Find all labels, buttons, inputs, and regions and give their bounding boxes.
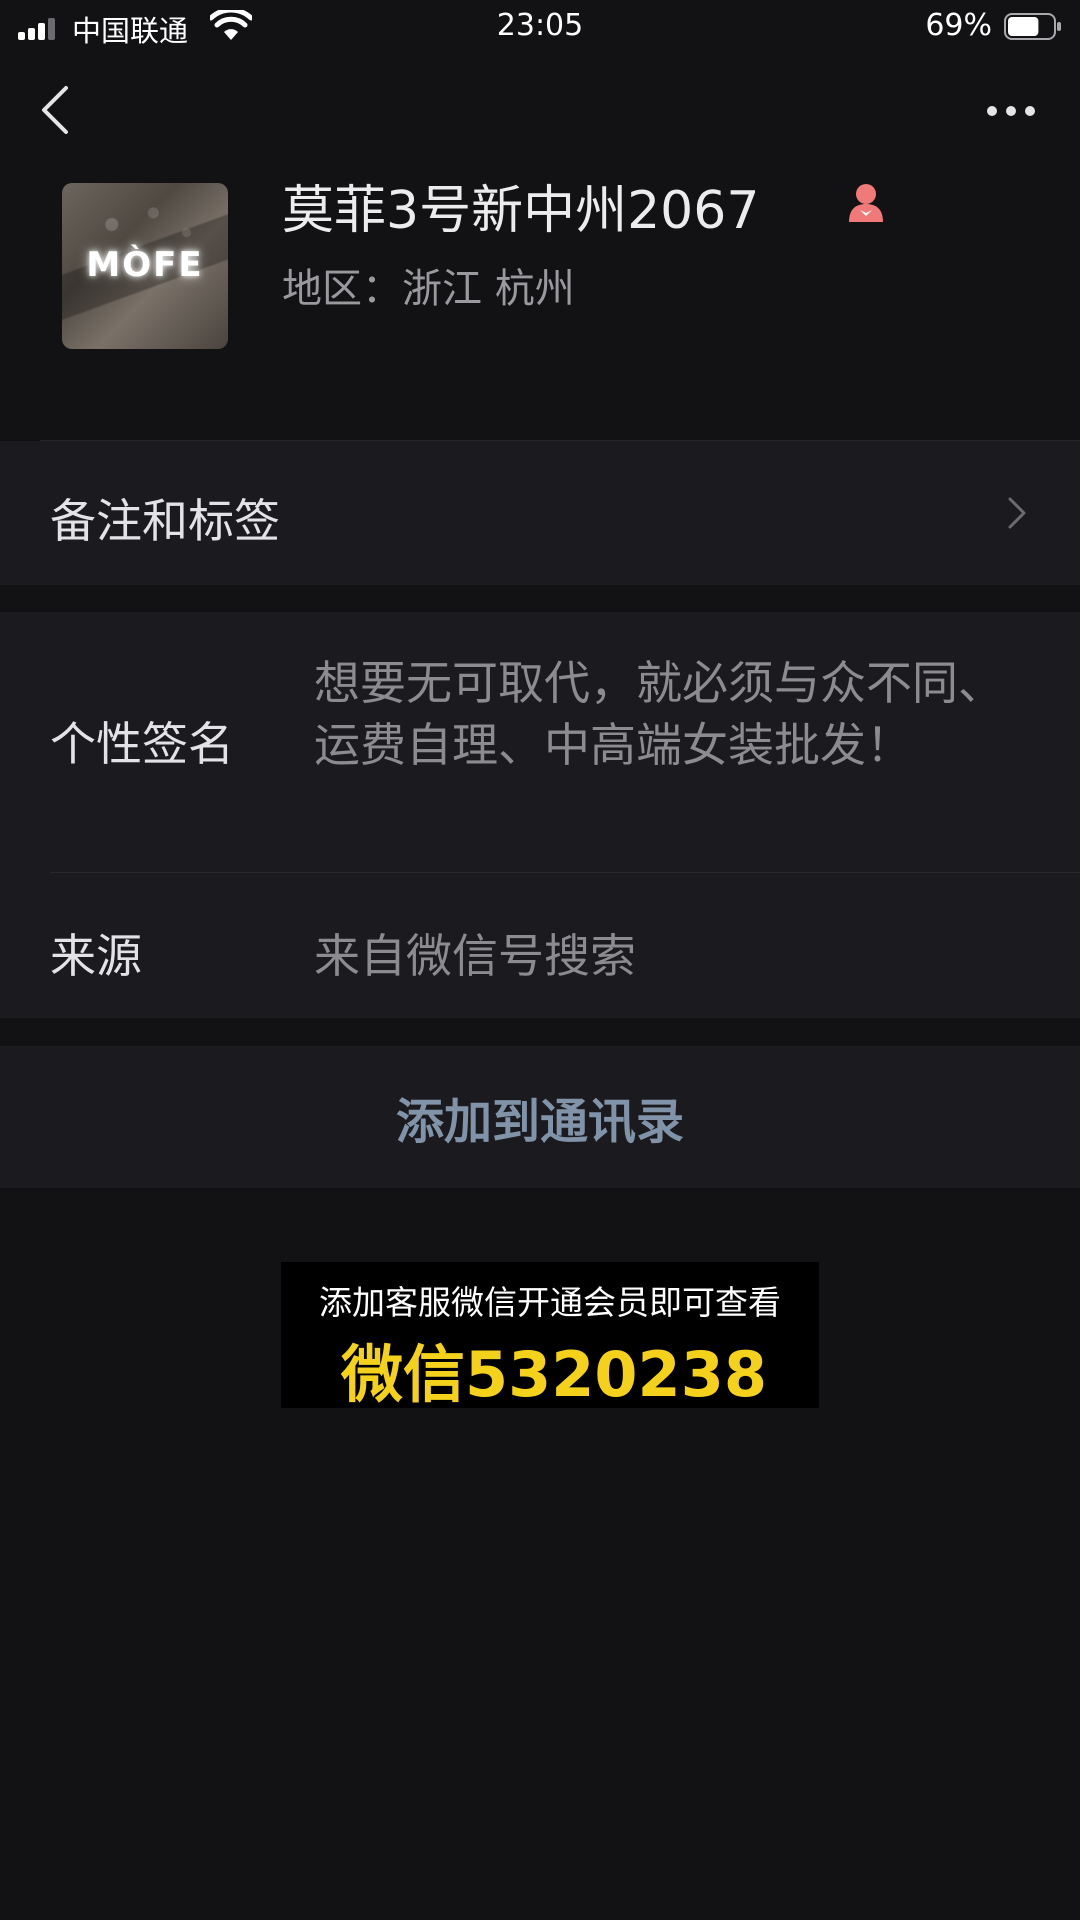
- source-label: 来源: [50, 929, 142, 983]
- signature-label: 个性签名: [50, 717, 234, 771]
- region-text: 地区：浙江 杭州: [282, 266, 575, 312]
- clock: 23:05: [496, 8, 584, 43]
- more-options-button[interactable]: [986, 96, 1036, 126]
- remarks-and-tags-row[interactable]: 备注和标签: [0, 441, 1080, 585]
- back-button[interactable]: [36, 84, 76, 136]
- remarks-label: 备注和标签: [50, 494, 280, 548]
- battery-icon: [1004, 13, 1061, 40]
- signature-value: 想要无可取代，就必须与众不同、运费自理、中高端女装批发！: [314, 656, 1004, 772]
- promo-wechat-id: 微信5320238: [341, 1338, 767, 1411]
- info-group: 个性签名 想要无可取代，就必须与众不同、运费自理、中高端女装批发！ 来源 来自微…: [0, 612, 1080, 1018]
- add-to-contacts-button[interactable]: 添加到通讯录: [0, 1046, 1080, 1188]
- avatar[interactable]: MÒFE: [62, 183, 228, 349]
- female-icon: [849, 184, 883, 222]
- battery-percent: 69%: [925, 8, 992, 43]
- chevron-right-icon: [1008, 497, 1026, 529]
- divider: [50, 872, 1080, 873]
- add-to-contacts-label: 添加到通讯录: [395, 1094, 684, 1150]
- status-bar: 中国联通 23:05 69%: [0, 0, 1080, 54]
- promo-banner: 添加客服微信开通会员即可查看 微信5320238: [281, 1262, 819, 1411]
- avatar-logo-text: MÒFE: [86, 245, 204, 285]
- display-name: 莫菲3号新中州2067: [282, 181, 760, 241]
- promo-text: 添加客服微信开通会员即可查看: [319, 1283, 781, 1322]
- source-value: 来自微信号搜索: [314, 929, 636, 983]
